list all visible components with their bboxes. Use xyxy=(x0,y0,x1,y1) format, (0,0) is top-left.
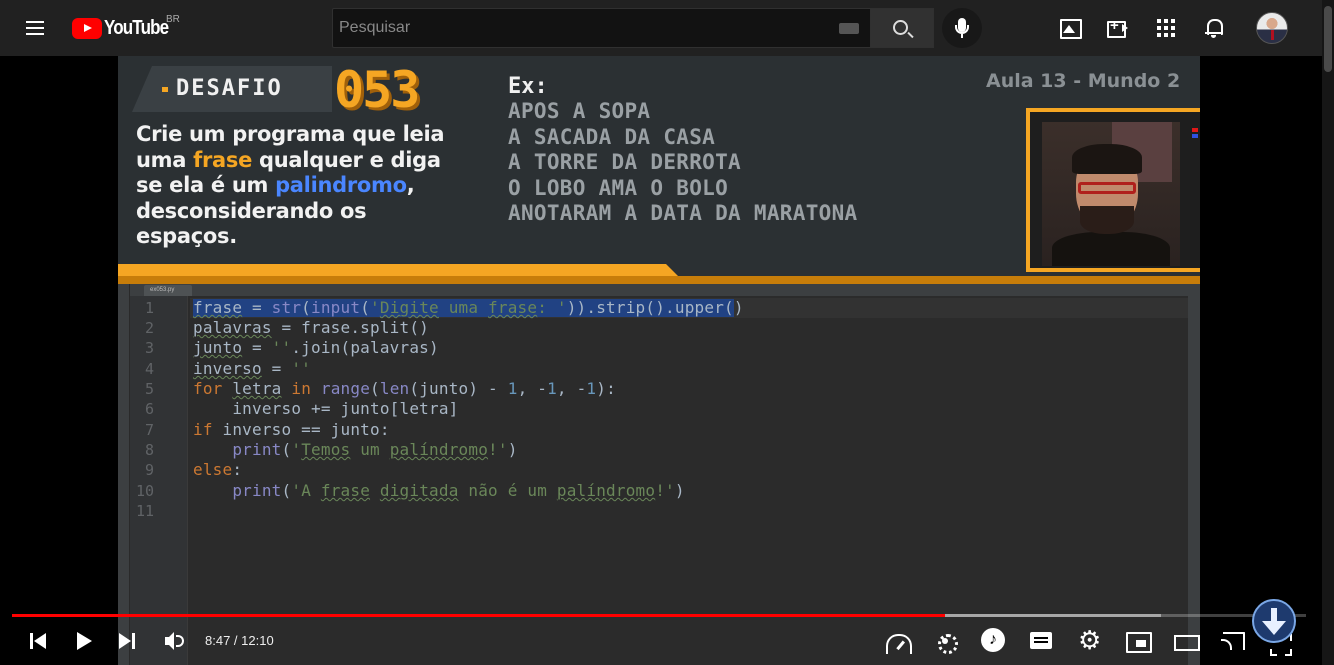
logo-text: YouTube xyxy=(104,16,169,39)
volume-icon[interactable] xyxy=(162,628,188,654)
desafio-label: DESAFIO xyxy=(176,76,283,101)
line-number: 7 xyxy=(144,421,154,439)
presenter-webcam xyxy=(1042,122,1180,266)
video-player[interactable]: DESAFIO 053 Crie um programa que leia um… xyxy=(118,56,1200,665)
avatar[interactable] xyxy=(1256,12,1288,44)
examples-list: APOS A SOPA A SACADA DA CASA A TORRE DA … xyxy=(508,99,857,227)
play-button[interactable] xyxy=(72,628,98,654)
music-note-icon[interactable] xyxy=(980,628,1006,654)
youtube-logo[interactable]: YouTube xyxy=(72,15,180,41)
speedometer-icon[interactable] xyxy=(885,628,912,654)
code-line: palavras = frase.split() xyxy=(193,318,429,337)
example-item: APOS A SOPA xyxy=(508,99,651,123)
line-number: 10 xyxy=(135,482,154,500)
voice-search-button[interactable] xyxy=(942,8,982,48)
line-number: 11 xyxy=(135,502,154,520)
page-scrollbar[interactable] xyxy=(1322,0,1334,665)
download-arrow-icon[interactable] xyxy=(1252,599,1296,643)
line-number: 5 xyxy=(144,380,154,398)
next-button[interactable] xyxy=(115,628,141,654)
progress-played xyxy=(12,614,945,617)
create-video-icon[interactable] xyxy=(1106,16,1130,40)
settings-gear-icon[interactable] xyxy=(1077,625,1103,655)
youtube-play-icon xyxy=(72,17,102,39)
code-line: for letra in range(len(junto) - 1, -1, -… xyxy=(193,379,616,398)
subtitles-icon[interactable] xyxy=(1028,628,1054,654)
code-editor: ex053.py ✓ 1 2 3 4 5 6 7 8 9 10 11 frase… xyxy=(118,284,1200,665)
progress-buffer xyxy=(945,614,1161,617)
ide-tab-bar: ex053.py xyxy=(130,284,1188,296)
code-line: print('A frase digitada não é um palíndr… xyxy=(232,481,685,500)
search-input[interactable] xyxy=(333,9,833,47)
search-icon xyxy=(893,20,908,35)
line-number: 4 xyxy=(144,360,154,378)
lesson-label: Aula 13 - Mundo 2 xyxy=(986,70,1181,92)
line-number: 8 xyxy=(144,441,154,459)
code-line: inverso = '' xyxy=(193,359,312,378)
code-line: junto = ''.join(palavras) xyxy=(193,338,439,357)
previous-button[interactable] xyxy=(26,628,52,654)
examples-title: Ex: xyxy=(508,74,548,99)
image-icon[interactable] xyxy=(1058,16,1082,40)
code-line: else: xyxy=(193,460,243,479)
desafio-number: 053 xyxy=(334,61,420,119)
line-number: 3 xyxy=(144,339,154,357)
example-item: A TORRE DA DERROTA xyxy=(508,150,741,174)
code-line: print('Temos um palíndromo!') xyxy=(232,440,518,459)
challenge-banner: DESAFIO 053 Crie um programa que leia um… xyxy=(118,56,1200,284)
example-item: A SACADA DA CASA xyxy=(508,124,716,149)
ide-side-panel xyxy=(118,284,130,665)
line-number: 1 xyxy=(144,299,154,317)
challenge-description: Crie um programa que leia uma frase qual… xyxy=(136,122,445,248)
autoplay-icon[interactable] xyxy=(933,628,959,654)
code-line: frase = str(input('Digite uma frase: '))… xyxy=(193,298,744,317)
scrollbar-thumb[interactable] xyxy=(1324,6,1332,72)
search-button[interactable] xyxy=(870,8,934,48)
code-line: if inverso == junto: xyxy=(193,420,390,439)
file-tab: ex053.py xyxy=(144,285,192,296)
example-item: ANOTARAM A DATA DA MARATONA xyxy=(508,201,858,225)
line-number: 2 xyxy=(144,319,154,337)
masthead: YouTube BR xyxy=(0,0,1334,56)
menu-icon[interactable] xyxy=(24,16,48,40)
line-number: 9 xyxy=(144,461,154,479)
example-item: O LOBO AMA O BOLO xyxy=(508,175,729,200)
time-display: 8:47 / 12:10 xyxy=(205,633,274,648)
ide-right-panel xyxy=(1188,284,1200,665)
miniplayer-icon[interactable] xyxy=(1124,628,1152,654)
apps-grid-icon[interactable] xyxy=(1154,16,1178,40)
theater-mode-icon[interactable] xyxy=(1172,628,1200,654)
code-line: inverso += junto[letra] xyxy=(193,399,459,418)
line-number: 6 xyxy=(144,400,154,418)
webcam-frame xyxy=(1026,108,1200,272)
region-code: BR xyxy=(166,14,180,25)
notifications-bell-icon[interactable] xyxy=(1202,16,1226,40)
keyboard-icon[interactable] xyxy=(839,23,859,34)
cast-icon[interactable] xyxy=(1220,628,1246,654)
search-box xyxy=(332,8,871,48)
